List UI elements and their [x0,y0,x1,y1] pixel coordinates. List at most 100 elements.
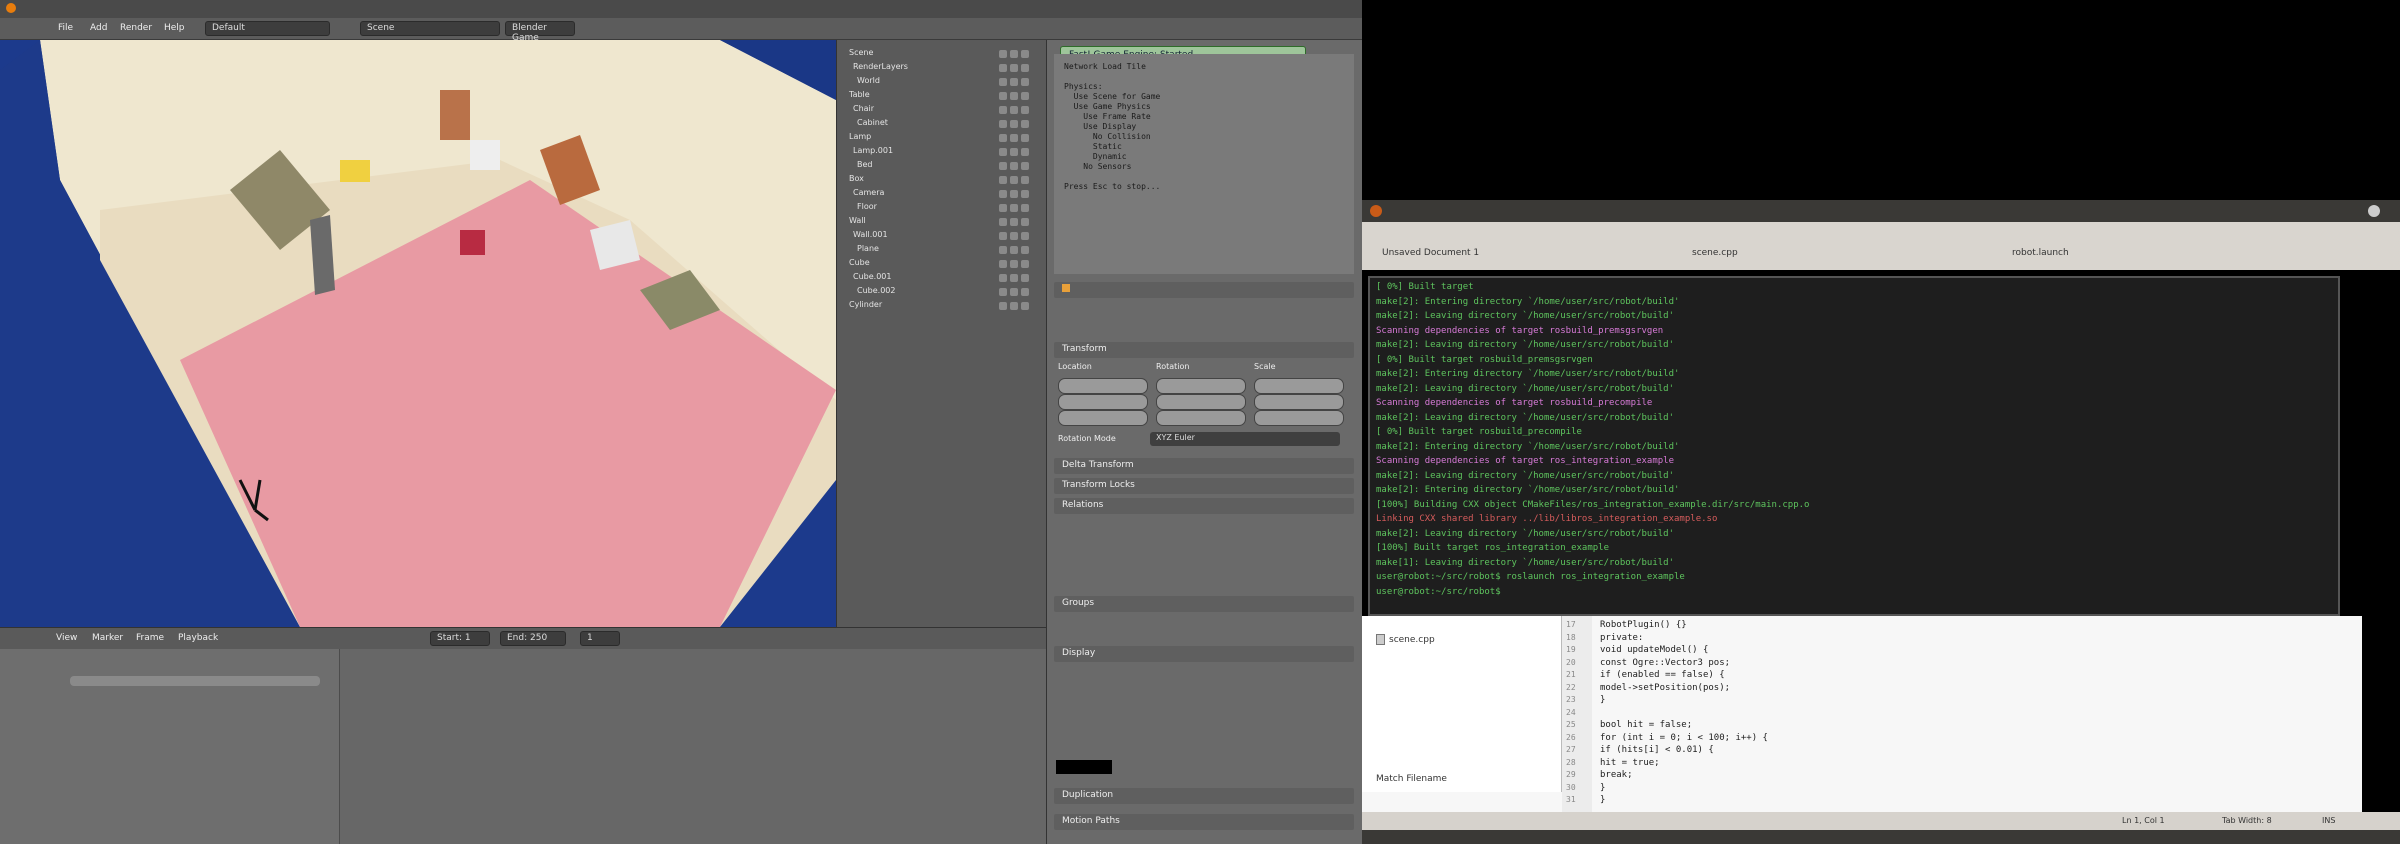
match-filename-label[interactable]: Match Filename [1376,774,1447,784]
terminal-window[interactable]: [ 0%] Built target make[2]: Entering dire… [1368,276,2340,616]
code-line[interactable]: model->setPosition(pos); [1600,683,1730,693]
visibility-icons[interactable] [996,204,1040,214]
applications-menu-icon[interactable] [1370,205,1382,217]
panel-display[interactable]: Display [1054,646,1354,662]
object-icon [1062,284,1070,292]
terminal-line: make[2]: Leaving directory `/home/user/s… [1376,412,1675,423]
start-frame-field[interactable]: Start: 1 [430,631,490,646]
rotation-mode-select[interactable]: XYZ Euler [1150,432,1340,446]
scene-select[interactable]: Scene [360,21,500,36]
tl-frame-menu[interactable]: Frame [130,632,170,648]
status-tabwidth[interactable]: Tab Width: 8 [2222,816,2272,825]
visibility-icons[interactable] [996,246,1040,256]
code-line[interactable]: for (int i = 0; i < 100; i++) { [1600,733,1768,743]
rot-z-field[interactable] [1156,410,1246,426]
file-browser-pane[interactable]: scene.cpp Match Filename [1362,616,1562,792]
code-line[interactable]: break; [1600,770,1633,780]
code-line[interactable]: } [1600,795,1605,805]
panel-delta-transform[interactable]: Delta Transform [1054,458,1354,474]
visibility-icons[interactable] [996,218,1040,228]
panel-groups[interactable]: Groups [1054,596,1354,612]
line-number: 25 [1566,720,1576,729]
code-line[interactable]: RobotPlugin() {} [1600,620,1687,630]
blender-window: File Add Render Help Default Scene Blend… [0,0,1362,844]
terminal-line: Scanning dependencies of target rosbuild… [1376,398,1653,408]
tab-unsaved[interactable]: Unsaved Document 1 [1382,248,1479,258]
tab-scene[interactable]: scene.cpp [1692,248,1738,258]
visibility-icons[interactable] [996,190,1040,200]
visibility-icons[interactable] [996,274,1040,284]
scale-label: Scale [1254,362,1276,371]
menu-add[interactable]: Add [84,22,113,38]
line-number: 18 [1566,632,1576,642]
scale-y-field[interactable] [1254,394,1344,410]
panel-transform-locks[interactable]: Transform Locks [1054,478,1354,494]
menu-help[interactable]: Help [158,22,191,38]
line-number: 20 [1566,657,1576,667]
visibility-icons[interactable] [996,120,1040,130]
visibility-icons[interactable] [996,106,1040,116]
terminal-line: user@robot:~/src/robot$ roslaunch ros_in… [1376,572,1685,582]
timeline-scrubber[interactable] [70,676,320,686]
panel-transform[interactable]: Transform [1054,342,1354,358]
line-number: 29 [1566,770,1576,779]
terminal-line: make[2]: Entering directory `/home/user/… [1376,441,1680,452]
end-frame-field[interactable]: End: 250 [500,631,566,646]
scale-z-field[interactable] [1254,410,1344,426]
file-name: scene.cpp [1389,635,1435,645]
current-frame-field[interactable]: 1 [580,631,620,646]
code-line[interactable]: private: [1600,633,1643,643]
loc-x-field[interactable] [1058,378,1148,394]
location-label: Location [1058,362,1092,371]
panel-relations[interactable]: Relations [1054,498,1354,514]
outliner-panel[interactable]: Scene RenderLayers World Table Chair Cabinet L… [836,40,1046,627]
visibility-icons[interactable] [996,50,1040,60]
visibility-icons[interactable] [996,260,1040,270]
visibility-icons[interactable] [996,176,1040,186]
code-line[interactable]: bool hit = false; [1600,720,1692,730]
tab-robot-launch[interactable]: robot.launch [2012,248,2069,258]
panel-motion-paths[interactable]: Motion Paths [1054,814,1354,830]
terminal-line: make[1]: Leaving directory `/home/user/s… [1376,557,1675,568]
file-icon [1376,634,1385,645]
code-line[interactable]: } [1600,695,1605,705]
panel-duplication[interactable]: Duplication [1054,788,1354,804]
code-line[interactable]: if (enabled == false) { [1600,670,1725,680]
menu-render[interactable]: Render [114,22,158,38]
file-item[interactable]: scene.cpp [1376,634,1435,645]
info-text-box: Network Load Tile Physics: Use Scene for… [1054,54,1354,274]
visibility-icons[interactable] [996,232,1040,242]
props-object-header[interactable] [1054,282,1354,298]
visibility-icons[interactable] [996,134,1040,144]
loc-z-field[interactable] [1058,410,1148,426]
code-line[interactable]: void updateModel() { [1600,645,1708,655]
loc-y-field[interactable] [1058,394,1148,410]
rot-y-field[interactable] [1156,394,1246,410]
visibility-icons[interactable] [996,64,1040,74]
visibility-icons[interactable] [996,148,1040,158]
visibility-icons[interactable] [996,302,1040,312]
menu-file[interactable]: File [52,22,79,38]
3d-viewport[interactable] [0,40,836,627]
layout-select[interactable]: Default [205,21,330,36]
code-line[interactable]: } [1600,783,1605,793]
tl-view-menu[interactable]: View [50,632,83,648]
terminal-line: Linking CXX shared library ../lib/libros… [1376,514,1718,524]
visibility-icons[interactable] [996,288,1040,298]
scale-x-field[interactable] [1254,378,1344,394]
code-line[interactable]: hit = true; [1600,758,1660,768]
visibility-icons[interactable] [996,162,1040,172]
visibility-icons[interactable] [996,92,1040,102]
terminal-line: make[2]: Entering directory `/home/user/… [1376,485,1680,495]
code-line[interactable]: const Ogre::Vector3 pos; [1600,658,1730,668]
rot-x-field[interactable] [1156,378,1246,394]
terminal-line: make[2]: Entering directory `/home/user/… [1376,296,1680,307]
tl-playback-menu[interactable]: Playback [172,632,224,648]
engine-select[interactable]: Blender Game [505,21,575,43]
line-number: 30 [1566,782,1576,792]
visibility-icons[interactable] [996,78,1040,88]
code-line[interactable]: if (hits[i] < 0.01) { [1600,745,1714,755]
blender-titlebar [0,0,1362,18]
color-swatch[interactable] [1056,760,1112,774]
tl-marker-menu[interactable]: Marker [86,632,129,648]
